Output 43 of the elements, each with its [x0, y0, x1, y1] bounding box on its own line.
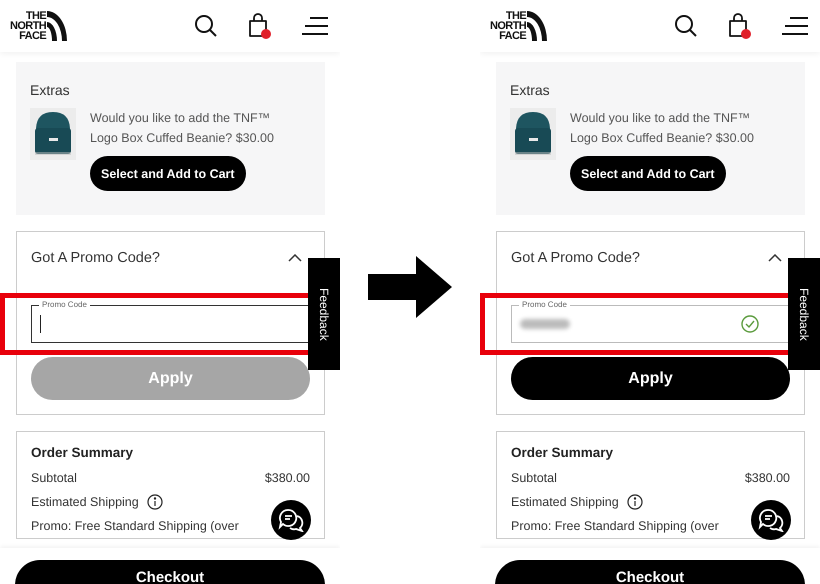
- summary-title: Order Summary: [31, 444, 134, 462]
- chevron-up-icon[interactable]: [768, 254, 782, 262]
- summary-value: $380.00: [264, 471, 310, 485]
- feedback-tab[interactable]: Feedback: [308, 258, 340, 370]
- logo-text[interactable]: THE NORTH FACE: [10, 11, 46, 41]
- summary-label: Subtotal: [511, 471, 557, 485]
- search-icon[interactable]: [674, 14, 698, 38]
- menu-icon[interactable]: [782, 17, 808, 35]
- right-arrow-icon: [368, 256, 452, 318]
- summary-label: Promo: Free Standard Shipping (over: [31, 519, 239, 533]
- summary-value: $380.00: [744, 471, 790, 485]
- menu-icon[interactable]: [302, 17, 328, 35]
- summary-label: Promo: Free Standard Shipping (over: [511, 519, 719, 533]
- promo-title[interactable]: Got A Promo Code?: [511, 250, 640, 266]
- half-dome-icon: [527, 11, 548, 41]
- shopping-bag-icon[interactable]: [728, 13, 752, 39]
- chat-button[interactable]: [271, 500, 311, 540]
- chevron-up-icon[interactable]: [288, 254, 302, 262]
- chat-icon: [278, 508, 304, 532]
- summary-title: Order Summary: [511, 444, 614, 462]
- half-dome-icon: [47, 11, 68, 41]
- add-to-cart-button[interactable]: Select and Add to Cart: [570, 156, 726, 191]
- info-icon[interactable]: [146, 494, 163, 510]
- checkout-button[interactable]: Checkout: [495, 560, 805, 584]
- summary-label: Estimated Shipping: [511, 495, 619, 509]
- feedback-tab[interactable]: Feedback: [788, 258, 820, 370]
- search-icon[interactable]: [194, 14, 218, 38]
- apply-button[interactable]: Apply: [511, 357, 790, 400]
- extras-title: Extras: [30, 82, 71, 98]
- shopping-bag-icon[interactable]: [248, 13, 272, 39]
- promo-title[interactable]: Got A Promo Code?: [31, 250, 160, 266]
- add-to-cart-button[interactable]: Select and Add to Cart: [90, 156, 246, 191]
- offer-text: Would you like to add the TNF™ Logo Box Cuffed Beanie? $30.00: [90, 110, 275, 147]
- chat-icon: [758, 508, 784, 532]
- chat-button[interactable]: [751, 500, 791, 540]
- extras-title: Extras: [510, 82, 551, 98]
- logo-text[interactable]: THE NORTH FACE: [490, 11, 526, 41]
- offer-text: Would you like to add the TNF™ Logo Box Cuffed Beanie? $30.00: [570, 110, 755, 147]
- text-cursor: [40, 315, 41, 333]
- summary-label: Subtotal: [31, 471, 77, 485]
- summary-label: Estimated Shipping: [31, 495, 139, 509]
- info-icon[interactable]: [626, 494, 643, 510]
- checkout-button[interactable]: Checkout: [15, 560, 325, 584]
